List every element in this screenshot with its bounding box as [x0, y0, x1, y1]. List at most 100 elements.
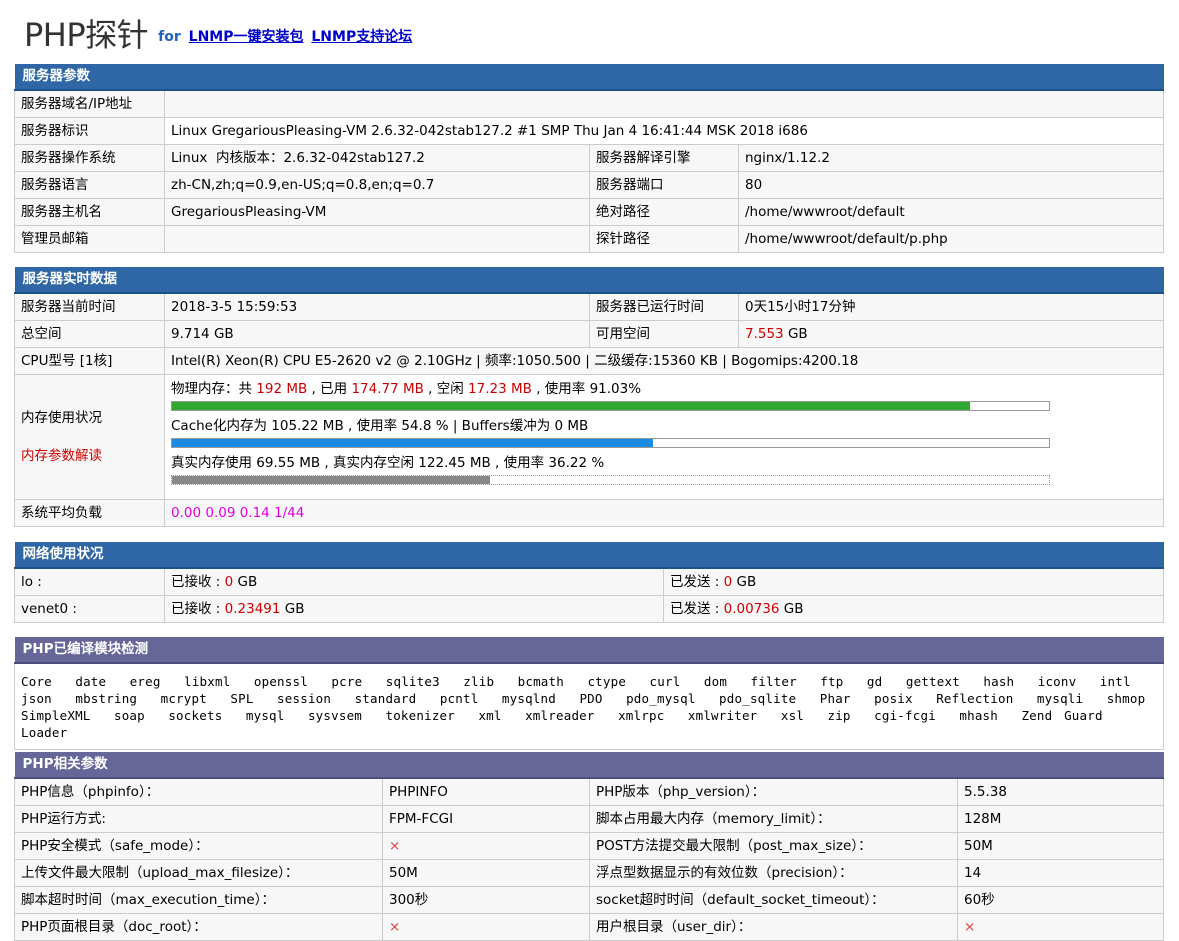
- cache-memory-fill: [172, 439, 653, 447]
- memory-label: 内存使用状况: [21, 410, 102, 426]
- net-recv-value: 0.23491: [224, 601, 281, 617]
- load-label: 系统平均负载: [14, 499, 165, 527]
- memory-help-link[interactable]: 内存参数解读: [21, 446, 158, 466]
- php-param-value: 300秒: [382, 886, 590, 914]
- host-label: 服务器主机名: [14, 198, 165, 226]
- net-iface: lo :: [14, 567, 165, 596]
- phys-used: 174.77 MB: [351, 381, 424, 397]
- php-param-value: 50M: [382, 859, 590, 887]
- php-param-label: 脚本超时时间（max_execution_time）：: [14, 886, 383, 914]
- net-sent-value: 0.00736: [723, 601, 780, 617]
- time-value: 2018-3-5 15:59:53: [164, 292, 590, 321]
- php-param-value: 128M: [957, 805, 1164, 833]
- realtime-table: 服务器实时数据 服务器当前时间 2018-3-5 15:59:53 服务器已运行…: [14, 267, 1164, 527]
- php-param-label: PHP运行方式:: [14, 805, 383, 833]
- load-value: 0.00 0.09 0.14 1/44: [164, 499, 1164, 527]
- cpu-label: CPU型号 [1核]: [14, 347, 165, 375]
- phys-text-2: , 已用: [307, 381, 352, 397]
- disabled-mark: ×: [957, 913, 1164, 941]
- avail-space-unit: GB: [783, 326, 808, 342]
- port-label: 服务器端口: [589, 171, 739, 199]
- admin-email-value: [164, 225, 590, 253]
- physical-memory-fill: [172, 402, 971, 410]
- physical-memory-bar: [171, 401, 1050, 411]
- port-value: 80: [738, 171, 1164, 199]
- total-space-value: 9.714 GB: [164, 320, 590, 348]
- os-label: 服务器操作系统: [14, 144, 165, 172]
- disabled-mark: ×: [382, 832, 590, 860]
- real-memory-bar: [171, 475, 1050, 485]
- header-links: for LNMP一键安装包 LNMP支持论坛: [158, 26, 412, 46]
- net-recv: 已接收 : 0.23491 GB: [164, 595, 664, 623]
- phys-text-1: 物理内存：共: [171, 381, 257, 397]
- modules-list: Core date ereg libxml openssl pcre sqlit…: [14, 662, 1164, 750]
- php-params-table: PHP相关参数 PHP信息（phpinfo）： PHPINFO PHP版本（ph…: [14, 752, 1164, 941]
- uptime-value: 0天15小时17分钟: [738, 292, 1164, 321]
- php-param-label: PHP版本（php_version）：: [589, 777, 958, 806]
- avail-space-label: 可用空间: [589, 320, 739, 348]
- net-recv-unit: GB: [233, 574, 258, 590]
- php-param-label: 脚本占用最大内存（memory_limit）：: [589, 805, 958, 833]
- php-param-value: FPM-FCGI: [382, 805, 590, 833]
- os-value: Linux 内核版本：2.6.32-042stab127.2: [164, 144, 590, 172]
- avail-space-value: 7.553 GB: [738, 320, 1164, 348]
- net-recv-label: 已接收 :: [171, 574, 225, 590]
- ident-label: 服务器标识: [14, 117, 165, 145]
- server-params-table: 服务器参数 服务器域名/IP地址 服务器标识 Linux GregariousP…: [14, 64, 1164, 253]
- net-recv: 已接收 : 0 GB: [164, 567, 664, 596]
- real-memory-fill: [172, 476, 490, 484]
- total-space-label: 总空间: [14, 320, 165, 348]
- net-sent: 已发送 : 0.00736 GB: [663, 595, 1164, 623]
- net-iface: venet0 :: [14, 595, 165, 623]
- php-param-label: 浮点型数据显示的有效位数（precision）：: [589, 859, 958, 887]
- php-param-label: PHP安全模式（safe_mode）：: [14, 832, 383, 860]
- page-title: PHP探针: [24, 16, 149, 54]
- php-param-label: 上传文件最大限制（upload_max_filesize）：: [14, 859, 383, 887]
- net-recv-value: 0: [224, 574, 234, 590]
- lnmp-forum-link[interactable]: LNMP支持论坛: [311, 29, 412, 45]
- lang-label: 服务器语言: [14, 171, 165, 199]
- page-header: PHP探针 for LNMP一键安装包 LNMP支持论坛: [24, 6, 412, 56]
- engine-label: 服务器解译引擎: [589, 144, 739, 172]
- domain-value: [164, 89, 1164, 118]
- disabled-mark: ×: [382, 913, 590, 941]
- php-params-title: PHP相关参数: [14, 752, 1164, 779]
- phpinfo-link[interactable]: PHPINFO: [382, 777, 590, 806]
- modules-title: PHP已编译模块检测: [14, 637, 1164, 664]
- abs-path-value: /home/wwwroot/default: [738, 198, 1164, 226]
- cache-memory-line: Cache化内存为 105.22 MB , 使用率 54.8 % | Buffe…: [171, 418, 589, 434]
- abs-path-label: 绝对路径: [589, 198, 739, 226]
- net-sent: 已发送 : 0 GB: [663, 567, 1164, 596]
- time-label: 服务器当前时间: [14, 292, 165, 321]
- phys-text-3: , 空闲: [423, 381, 469, 397]
- uptime-label: 服务器已运行时间: [589, 292, 739, 321]
- domain-label: 服务器域名/IP地址: [14, 89, 165, 118]
- phys-text-4: , 使用率 91.03%: [531, 381, 642, 397]
- php-param-value: 5.5.38: [957, 777, 1164, 806]
- server-params-title: 服务器参数: [14, 64, 1164, 91]
- modules-table: PHP已编译模块检测 Core date ereg libxml openssl…: [14, 637, 1164, 750]
- net-sent-label: 已发送 :: [670, 574, 724, 590]
- net-sent-label: 已发送 :: [670, 601, 724, 617]
- real-memory-line: 真实内存使用 69.55 MB , 真实内存空闲 122.45 MB , 使用率…: [171, 455, 605, 471]
- physical-memory-line: 物理内存：共 192 MB , 已用 174.77 MB , 空闲 17.23 …: [171, 380, 1157, 398]
- php-param-label: PHP信息（phpinfo）：: [14, 777, 383, 806]
- phys-total: 192 MB: [256, 381, 308, 397]
- lnmp-install-link[interactable]: LNMP一键安装包: [189, 29, 304, 45]
- net-recv-label: 已接收 :: [171, 601, 225, 617]
- net-sent-unit: GB: [732, 574, 757, 590]
- php-param-value: 14: [957, 859, 1164, 887]
- phys-free: 17.23 MB: [468, 381, 532, 397]
- avail-space-number: 7.553: [745, 326, 784, 342]
- php-param-label: POST方法提交最大限制（post_max_size）：: [589, 832, 958, 860]
- php-param-label: 用户根目录（user_dir）：: [589, 913, 958, 941]
- ident-value: Linux GregariousPleasing-VM 2.6.32-042st…: [164, 117, 1164, 145]
- cache-memory-bar: [171, 438, 1050, 448]
- for-label: for: [158, 29, 181, 45]
- cpu-value: Intel(R) Xeon(R) CPU E5-2620 v2 @ 2.10GH…: [164, 347, 1164, 375]
- net-sent-unit: GB: [779, 601, 804, 617]
- network-title: 网络使用状况: [14, 542, 1164, 569]
- net-recv-unit: GB: [280, 601, 305, 617]
- realtime-title: 服务器实时数据: [14, 267, 1164, 294]
- php-param-label: socket超时时间（default_socket_timeout）：: [589, 886, 958, 914]
